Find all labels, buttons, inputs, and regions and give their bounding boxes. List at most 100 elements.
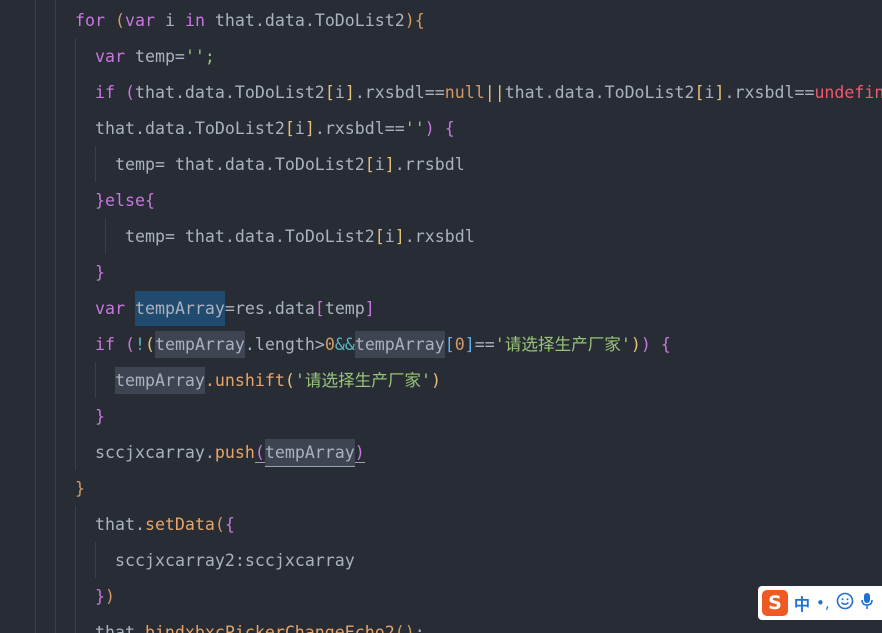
- code-line[interactable]: }): [95, 579, 115, 615]
- code-token: var: [95, 47, 125, 66]
- code-token: temp= that.data.ToDoList2: [125, 227, 375, 246]
- code-token: &&: [334, 335, 355, 354]
- code-line[interactable]: temp= that.data.ToDoList2[i].rxsbdl: [125, 219, 475, 255]
- code-token: i: [154, 11, 185, 30]
- indent-guide: [95, 146, 96, 182]
- code-token: that.data.ToDoList2: [95, 119, 285, 138]
- code-token: ): [404, 623, 415, 633]
- code-token: {: [660, 335, 671, 354]
- code-line[interactable]: }: [95, 399, 105, 435]
- code-token: if: [95, 335, 115, 354]
- code-token: ;: [414, 623, 425, 633]
- code-token: (: [124, 83, 135, 102]
- code-token: that.data.ToDoList2: [504, 83, 695, 102]
- code-token: .rxsbdl: [404, 227, 475, 246]
- code-line[interactable]: that.data.ToDoList2[i].rxsbdl=='') {: [95, 111, 455, 147]
- code-token: [: [324, 83, 335, 102]
- code-token: bindxbxcPickerChangeEcho2: [144, 623, 395, 633]
- code-token: '': [404, 119, 425, 138]
- indent-guide: [95, 362, 96, 398]
- microphone-icon[interactable]: [860, 592, 874, 614]
- code-editor[interactable]: for (var i in that.data.ToDoList2){var t…: [0, 0, 882, 633]
- code-token: }: [95, 587, 105, 606]
- code-line[interactable]: tempArray.unshift('请选择生产厂家'): [115, 363, 441, 399]
- code-token: push: [214, 443, 255, 462]
- code-line[interactable]: if (!(tempArray.length>0&&tempArray[0]==…: [95, 327, 671, 363]
- ime-toolbar[interactable]: S 中 •,: [758, 586, 882, 620]
- code-token: null: [444, 83, 485, 102]
- code-line[interactable]: sccjxcarray.push(tempArray): [95, 435, 365, 471]
- code-token: ]: [464, 335, 475, 354]
- code-line[interactable]: }: [95, 255, 105, 291]
- code-line[interactable]: that.setData({: [95, 507, 235, 543]
- code-token: (: [144, 335, 155, 354]
- code-token: for: [75, 11, 105, 30]
- code-token: {: [444, 119, 455, 138]
- code-token: .unshift: [204, 371, 285, 390]
- code-token: [: [314, 299, 325, 318]
- code-token: ): [630, 335, 641, 354]
- code-token: temp: [324, 299, 365, 318]
- code-token: (: [114, 11, 125, 30]
- code-token: ): [354, 443, 365, 463]
- code-line[interactable]: temp= that.data.ToDoList2[i].rrsbdl: [115, 147, 465, 183]
- code-token: i: [334, 83, 345, 102]
- code-token: that.data.ToDoList2: [204, 11, 405, 30]
- code-line[interactable]: }else{: [95, 183, 155, 219]
- code-line[interactable]: that.bindxbxcPickerChangeEcho2();: [95, 615, 425, 633]
- ime-mode-toggle[interactable]: 中: [794, 591, 810, 615]
- code-token: temp= that.data.ToDoList2: [115, 155, 365, 174]
- code-token: }: [75, 479, 85, 498]
- code-token: '';: [184, 47, 215, 66]
- code-token: (: [124, 335, 135, 354]
- code-token: {: [224, 515, 235, 534]
- code-token: if: [95, 83, 115, 102]
- code-token: var: [95, 299, 125, 318]
- code-token: [: [284, 119, 295, 138]
- code-token: temp=: [124, 47, 185, 66]
- code-token: sccjxcarray2:sccjxcarray: [115, 551, 355, 570]
- code-token: var: [124, 11, 155, 30]
- code-token: 0: [454, 335, 465, 354]
- code-token: tempArray: [264, 439, 355, 467]
- code-token: undefined: [814, 83, 882, 102]
- code-token: '请选择生产厂家': [294, 371, 431, 390]
- code-token: sccjxcarray.: [95, 443, 215, 462]
- code-token: .rxsbdl==: [314, 119, 405, 138]
- indent-guide: [95, 542, 96, 578]
- code-token: tempArray: [354, 331, 445, 358]
- indent-guide: [55, 0, 56, 633]
- code-token: }: [95, 263, 105, 282]
- code-token: i: [294, 119, 305, 138]
- code-line[interactable]: for (var i in that.data.ToDoList2){: [75, 3, 425, 39]
- code-token: =res.data: [224, 299, 315, 318]
- code-token: '请选择生产厂家': [494, 335, 631, 354]
- smiley-icon[interactable]: [836, 592, 854, 614]
- code-line[interactable]: var tempArray=res.data[temp]: [95, 291, 375, 327]
- code-line[interactable]: }: [75, 471, 85, 507]
- code-token: .rxsbdl==: [354, 83, 445, 102]
- code-line[interactable]: sccjxcarray2:sccjxcarray: [115, 543, 355, 579]
- indent-guide: [35, 0, 36, 633]
- sogou-logo-icon[interactable]: S: [762, 590, 788, 616]
- code-token: [: [444, 335, 455, 354]
- code-token: else: [105, 191, 145, 210]
- ime-punctuation-toggle[interactable]: •,: [816, 594, 830, 612]
- code-token: ): [105, 587, 115, 606]
- code-token: ]: [304, 119, 315, 138]
- code-token: in: [184, 11, 205, 30]
- indent-guide: [75, 506, 76, 633]
- code-token: ]: [344, 83, 355, 102]
- code-token: ]: [384, 155, 395, 174]
- code-line[interactable]: var temp='';: [95, 39, 215, 75]
- code-line[interactable]: if (that.data.ToDoList2[i].rxsbdl==null|…: [95, 75, 882, 111]
- code-token: (: [394, 623, 405, 633]
- code-token: ]: [714, 83, 725, 102]
- code-token: 0: [324, 335, 335, 354]
- code-token: }: [95, 191, 105, 210]
